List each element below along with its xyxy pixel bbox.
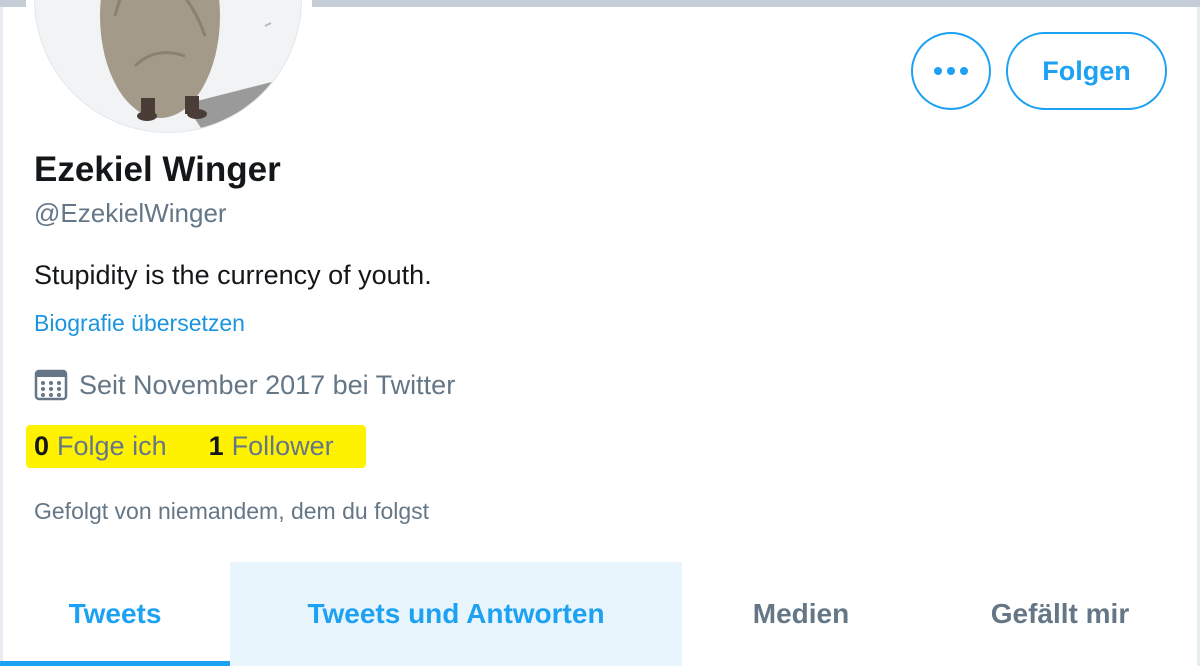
profile-name: Ezekiel Winger <box>34 150 281 189</box>
followers-link[interactable]: 1 Follower <box>209 431 334 462</box>
tab-likes[interactable]: Gefällt mir <box>920 562 1200 666</box>
calendar-icon <box>34 369 68 401</box>
profile-handle: @EzekielWinger <box>34 198 227 228</box>
followers-label: Follower <box>231 431 334 461</box>
more-options-button[interactable] <box>911 32 991 110</box>
join-date: Seit November 2017 bei Twitter <box>34 368 455 402</box>
profile-avatar[interactable] <box>34 0 302 133</box>
join-date-text: Seit November 2017 bei Twitter <box>79 369 456 400</box>
profile-tabs: Tweets Tweets und Antworten Medien Gefäl… <box>0 562 1200 666</box>
follow-button[interactable]: Folgen <box>1006 32 1167 110</box>
avatar-image <box>100 0 301 132</box>
follow-stats: 0 Folge ich 1 Follower <box>26 425 366 468</box>
tab-tweets[interactable]: Tweets <box>0 562 230 666</box>
following-label: Folge ich <box>57 431 167 461</box>
following-link[interactable]: 0 Folge ich <box>34 431 167 462</box>
followers-count: 1 <box>208 431 224 461</box>
following-count: 0 <box>34 431 50 461</box>
tab-media[interactable]: Medien <box>682 562 920 666</box>
tab-tweets-and-replies[interactable]: Tweets und Antworten <box>230 562 682 666</box>
followed-by-text: Gefolgt von niemandem, dem du folgst <box>34 498 430 524</box>
more-horizontal-icon <box>934 67 968 75</box>
translate-bio-link[interactable]: Biografie übersetzen <box>34 310 245 337</box>
profile-bio: Stupidity is the currency of youth. <box>34 260 432 290</box>
